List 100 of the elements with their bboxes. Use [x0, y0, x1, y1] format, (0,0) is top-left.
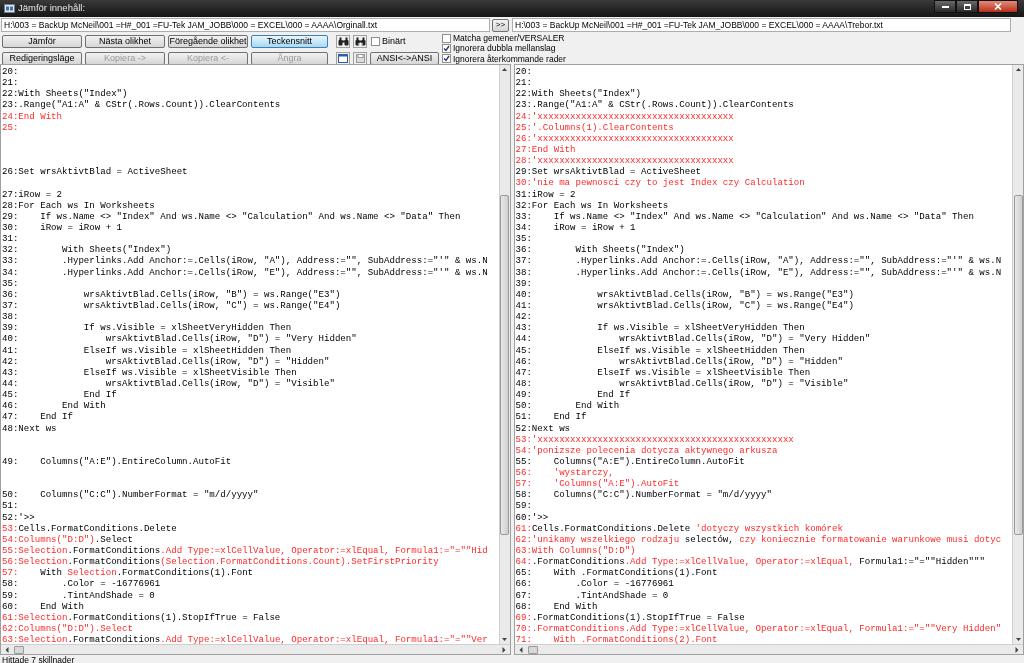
maximize-button[interactable]	[956, 0, 978, 13]
checkbox[interactable]	[442, 33, 451, 43]
code-line: 41: wrsAktivtBlad.Cells(iRow, "C") = ws.Range("E4")	[515, 299, 854, 312]
code-line: 69:.FormatConditions(1).StopIfTrue = False	[515, 611, 745, 624]
code-line: 23:.Range("A1:A" & CStr(.Rows.Count)).ClearContents	[515, 99, 794, 111]
path-field[interactable]: H:\003 = BackUp McNeil\001 =H#_001 =FU-Tek JAM_JOBB\000 = EXCEL\000 = AAAA\Trebor.txt	[512, 18, 1011, 32]
code-line: 43: If ws.Visible = xlSheetVeryHidden Then	[515, 322, 805, 334]
code-line: 27:iRow = 2	[2, 188, 63, 200]
code-line: 52:Next ws	[515, 422, 571, 434]
code-line: 60: End With	[2, 600, 84, 612]
code-line: 39:	[515, 277, 532, 289]
scroll-thumb[interactable]	[14, 645, 24, 654]
binoculars-icon[interactable]	[336, 35, 350, 49]
scroll-thumb[interactable]	[527, 645, 538, 654]
code-line: 56: 'wystarczy,	[515, 467, 614, 479]
checkbox[interactable]	[442, 54, 451, 64]
code-line: 36: With Sheets("Index")	[515, 244, 685, 256]
code-line: 55:Selection.FormatConditions.Add Type:=xlCellValue, Operator:=xlEqual, Formula1:="=""Hid	[2, 545, 488, 557]
horizontal-scrollbar[interactable]	[514, 644, 1023, 654]
code-line: 38:	[2, 311, 19, 323]
toolbar-button[interactable]: Teckensnitt	[251, 35, 328, 49]
window-icon[interactable]	[336, 51, 350, 65]
checkbox-label: Matcha gemener/VERSALER	[453, 33, 565, 43]
code-line: 31:	[2, 233, 19, 245]
minimize-button[interactable]	[934, 0, 956, 13]
code-line: 47: ElseIf ws.Visible = xlSheetVisible Then	[515, 366, 811, 378]
code-line: 50: Columns("C:C").NumberFormat = "m/d/yyyy"	[2, 489, 259, 501]
code-line: 66: .Color = -16776961	[515, 578, 674, 590]
code-line: 21:	[515, 77, 532, 89]
checkbox[interactable]	[442, 44, 451, 53]
code-line: 61:Selection.FormatConditions(1).StopIfTrue = False	[2, 611, 281, 624]
toolbar-button[interactable]: Föregående olikhet	[168, 35, 248, 49]
app-icon	[4, 4, 15, 13]
code-line: 48:Next ws	[2, 422, 57, 434]
code-line: 61:Cells.FormatConditions.Delete 'dotyczy wszystkich komórek	[515, 522, 843, 534]
code-line: 67: .TintAndShade = 0	[515, 589, 669, 601]
scroll-thumb[interactable]	[1013, 195, 1023, 535]
code-line: 58: .Color = -16776961	[2, 578, 161, 590]
code-line: 63:Selection.FormatConditions.Add Type:=xlCellValue, Operator:=xlEqual, Formula1:="=""Ver	[2, 634, 488, 644]
scroll-right-icon[interactable]	[1014, 645, 1020, 654]
code-line: 32:For Each ws In Worksheets	[515, 199, 669, 211]
code-line: 38: .Hyperlinks.Add Anchor:=.Cells(iRow, "E"), Address:="", SubAddress:="'" & ws.N	[515, 266, 1002, 278]
path-field[interactable]: H:\003 = BackUp McNeil\001 =H#_001 =FU-Tek JAM_JOBB\000 = EXCEL\000 = AAAA\Orginall.txt	[1, 18, 490, 32]
code-line: 49: Columns("A:E").EntireColumn.AutoFit	[2, 455, 232, 468]
checkbox-label: Ignorera dubbla mellanslag	[453, 44, 556, 53]
code-line: 46: End With	[2, 400, 106, 412]
scroll-left-icon[interactable]	[4, 645, 10, 654]
code-line: 56:Selection.FormatConditions(Selection.FormatConditions.Count).SetFirstPriority	[2, 556, 439, 568]
close-button[interactable]	[978, 0, 1018, 13]
binoculars-icon[interactable]	[353, 35, 367, 49]
code-line: 58: Columns("C:C").NumberFormat = "m/d/yyyy"	[515, 489, 772, 501]
code-line: 40: wrsAktivtBlad.Cells(iRow, "D") = "Very Hidden"	[2, 333, 357, 345]
code-line: 51: End If	[515, 411, 587, 423]
code-line: 65: With .FormatConditions(1).Font	[515, 567, 718, 579]
code-line: 68: End With	[515, 600, 598, 612]
encoding-button[interactable]: ANSI<->ANSI	[370, 51, 439, 65]
code-line: 62:'unikamy wszelkiego rodzaju selectów, czy koniecznie formatowanie warunkowe musi dotyc	[515, 533, 1002, 546]
toolbar-button[interactable]: Jämför	[2, 35, 82, 49]
checkbox[interactable]	[371, 37, 380, 47]
code-line: 35:	[2, 277, 19, 289]
close-icon	[994, 3, 1002, 10]
code-line: 20:	[2, 66, 19, 78]
code-line: 63:With Columns("D:D")	[515, 545, 636, 557]
code-line: 52:'>>	[2, 511, 35, 523]
code-line: 25:'.Columns(1).ClearContents	[515, 121, 674, 133]
code-line: 35:	[515, 233, 532, 245]
code-line: 60:'>>	[515, 511, 549, 523]
code-line: 50: End With	[515, 400, 620, 412]
code-line: 32: With Sheets("Index")	[2, 244, 172, 256]
code-line: 55: Columns("A:E").EntireColumn.AutoFit	[515, 455, 745, 468]
code-line: 29: If ws.Name <> "Index" And ws.Name <> "Calculation" And ws.Name <> "Data" Then	[2, 210, 461, 222]
code-line: 41: ElseIf ws.Visible = xlSheetHidden Then	[2, 344, 292, 356]
code-line: 24:End With	[2, 110, 63, 122]
toolbar-button[interactable]: Nästa olikhet	[85, 35, 165, 49]
horizontal-scrollbar[interactable]	[1, 644, 510, 654]
code-line: 59: .TintAndShade = 0	[2, 589, 155, 601]
code-line: 33: If ws.Name <> "Index" And ws.Name <> "Calculation" And ws.Name <> "Data" Then	[515, 210, 974, 222]
scroll-thumb[interactable]	[500, 195, 509, 535]
browse-button[interactable]: >>	[492, 18, 509, 32]
vertical-scrollbar[interactable]	[1012, 65, 1023, 644]
code-line: 62:Columns("D:D").Select	[2, 623, 133, 635]
code-line: 26:'xxxxxxxxxxxxxxxxxxxxxxxxxxxxxxxxxxxx	[515, 132, 734, 144]
vertical-scrollbar[interactable]	[498, 65, 510, 644]
code-line: 30: iRow = iRow + 1	[2, 221, 123, 234]
code-line: 45: ElseIf ws.Visible = xlSheetHidden Then	[515, 344, 805, 356]
scroll-left-icon[interactable]	[517, 645, 524, 654]
code-line: 46: wrsAktivtBlad.Cells(iRow, "D") = "Hidden"	[515, 355, 843, 367]
toolbar-button[interactable]: Redigeringsläge	[2, 51, 82, 65]
code-line: 42:	[515, 311, 532, 323]
code-line: 54:'ponizsze polecenia dotycza aktywnego arkusza	[515, 444, 778, 456]
code-line: 44: wrsAktivtBlad.Cells(iRow, "D") = "Visible"	[2, 377, 335, 390]
code-line: 31:iRow = 2	[515, 188, 576, 200]
code-line: 54:Columns("D:D").Select	[2, 533, 133, 546]
code-line: 42: wrsAktivtBlad.Cells(iRow, "D") = "Hidden"	[2, 355, 330, 367]
code-line: 71: With .FormatConditions(2).Font	[515, 634, 718, 644]
scroll-right-icon[interactable]	[500, 645, 507, 654]
code-line: 64:.FormatConditions.Add Type:=xlCellValue, Operator:=xlEqual, Formula1:="=""Hidden"""	[515, 556, 985, 568]
window-title: Jämför innehåll:	[18, 1, 86, 16]
code-line: 26:Set wrsAktivtBlad = ActiveSheet	[2, 166, 188, 178]
checkbox-label: Binärt	[382, 35, 406, 48]
